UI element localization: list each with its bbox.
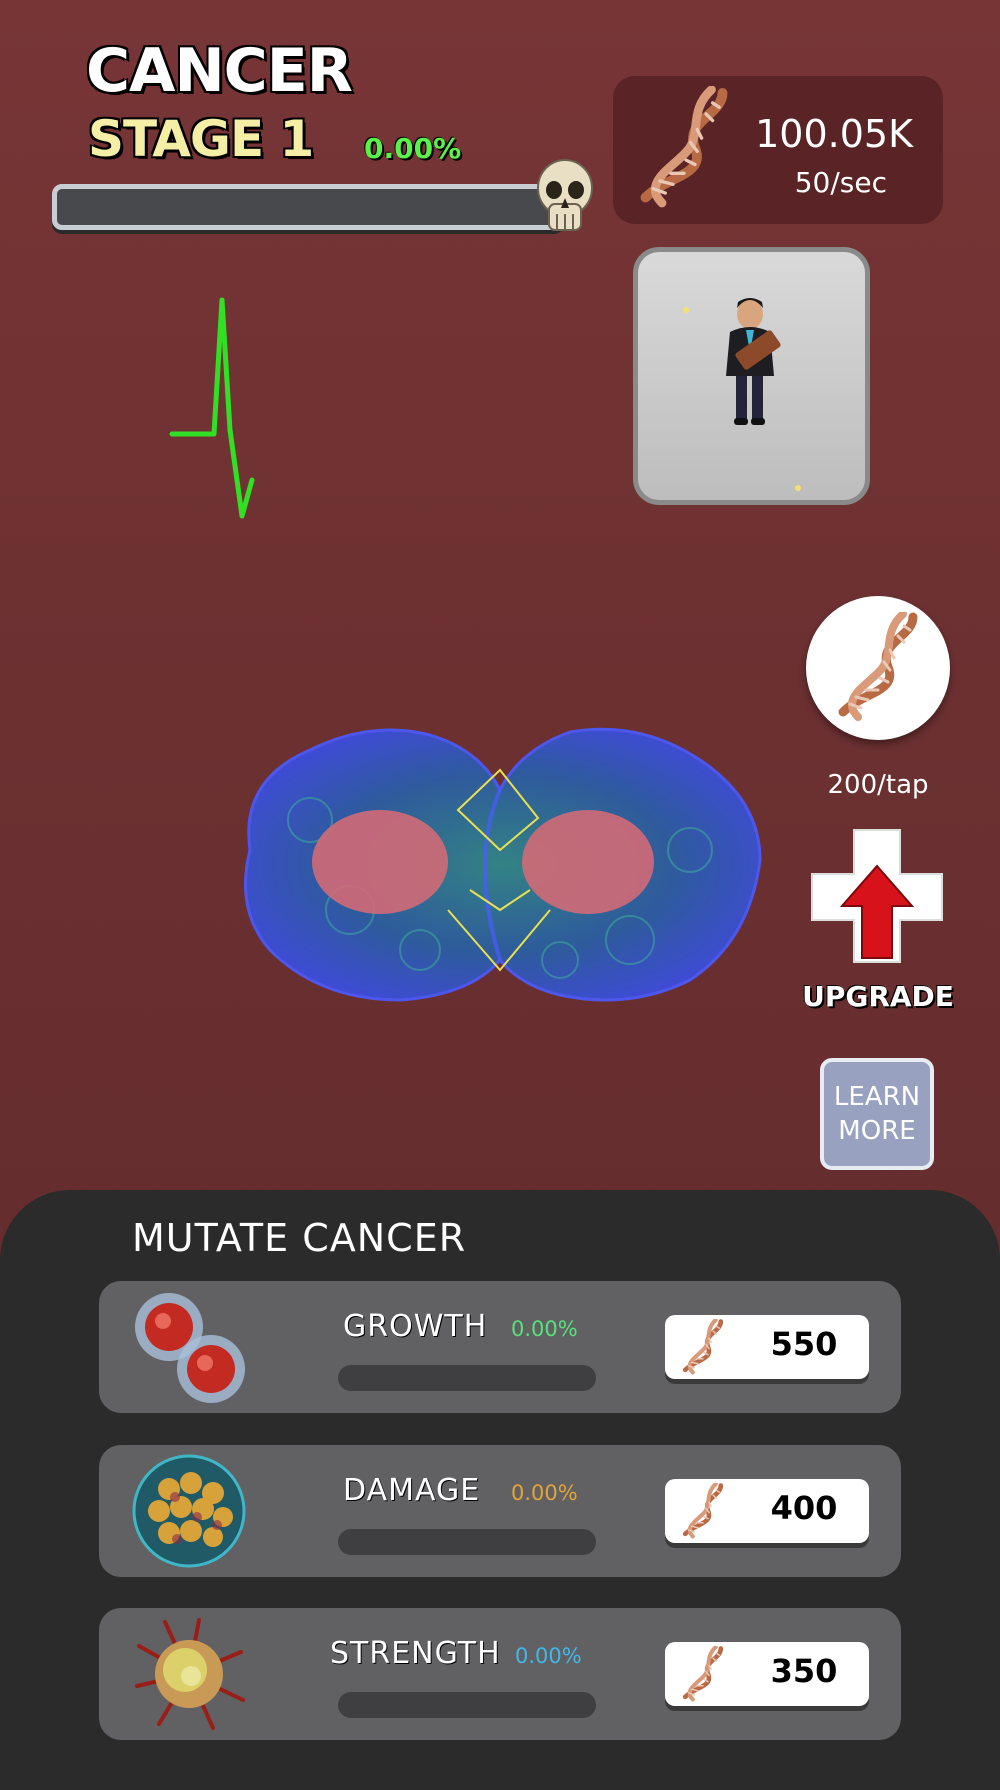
- mutation-percent: 0.00%: [511, 1481, 578, 1505]
- heartbeat-line: [169, 297, 255, 519]
- mutation-row-growth: GROWTH 0.00% 550: [99, 1281, 901, 1413]
- stage-progress-bar: [52, 184, 564, 230]
- dna-icon: [677, 1319, 729, 1375]
- mutation-name: STRENGTH: [330, 1636, 501, 1671]
- mutation-cost: 350: [770, 1652, 838, 1690]
- mutation-progress-bar: [338, 1365, 596, 1391]
- currency-amount: 100.05K: [755, 112, 913, 156]
- tap-rate: 200/tap: [827, 770, 929, 800]
- stage-label: STAGE 1: [88, 110, 314, 168]
- dna-icon: [677, 1646, 729, 1702]
- mutation-progress-bar: [338, 1692, 596, 1718]
- currency-panel: 100.05K 50/sec: [613, 76, 943, 224]
- dna-icon: [677, 1483, 729, 1539]
- game-title: CANCER: [86, 36, 353, 106]
- mutate-title: MUTATE CANCER: [132, 1216, 467, 1260]
- currency-rate: 50/sec: [794, 166, 887, 199]
- patient-card[interactable]: [633, 247, 870, 505]
- patient-avatar: [683, 298, 801, 491]
- learn-more-label: LEARN MORE: [833, 1082, 921, 1146]
- mutation-progress-bar: [338, 1529, 596, 1555]
- mutation-percent: 0.00%: [511, 1317, 578, 1341]
- mutation-percent: 0.00%: [515, 1644, 582, 1668]
- skull-icon: [537, 159, 593, 231]
- buy-damage-button[interactable]: 400: [665, 1479, 869, 1543]
- mutation-name: DAMAGE: [343, 1473, 481, 1508]
- mutation-cost: 400: [770, 1489, 838, 1527]
- tumor-cell-icon: [135, 1618, 245, 1730]
- tap-dna-button[interactable]: [806, 596, 950, 740]
- mutation-cost: 550: [770, 1325, 838, 1363]
- dividing-cell-icon: [135, 1293, 245, 1403]
- buy-growth-button[interactable]: 550: [665, 1315, 869, 1379]
- dna-icon: [629, 86, 739, 210]
- stage-progress-percent: 0.00%: [364, 132, 462, 165]
- mutation-name: GROWTH: [343, 1309, 488, 1344]
- learn-more-button[interactable]: LEARN MORE: [820, 1058, 934, 1170]
- cancer-cell-cluster[interactable]: [220, 710, 780, 1020]
- mutation-row-strength: STRENGTH 0.00% 350: [99, 1608, 901, 1740]
- mutation-row-damage: DAMAGE 0.00% 400: [99, 1445, 901, 1577]
- buy-strength-button[interactable]: 350: [665, 1642, 869, 1706]
- medical-cross-arrow-icon[interactable]: [808, 826, 946, 966]
- upgrade-button[interactable]: UPGRADE: [796, 980, 960, 1013]
- dna-icon: [806, 596, 950, 740]
- cell-cluster-icon: [132, 1454, 246, 1568]
